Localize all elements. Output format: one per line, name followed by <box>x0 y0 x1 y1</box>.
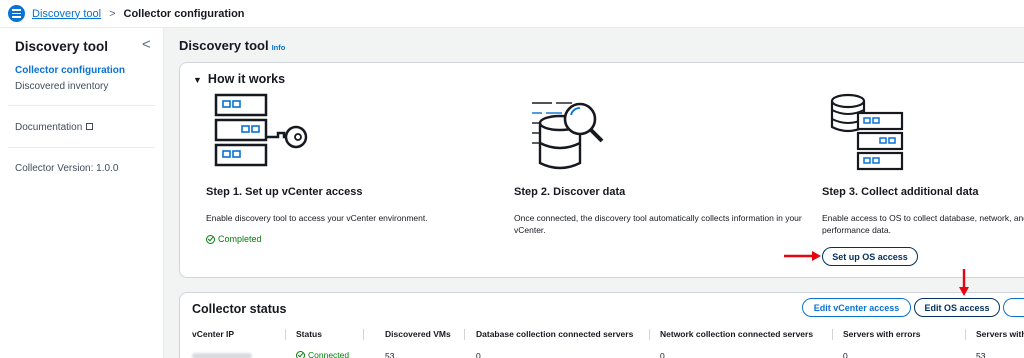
column-divider <box>464 329 465 340</box>
info-link[interactable]: Info <box>272 43 286 52</box>
page-title: Discovery tool Info <box>179 38 285 53</box>
caret-down-icon: ▼ <box>193 75 202 85</box>
step-1-status: Completed <box>206 234 262 244</box>
how-it-works-toggle[interactable]: ▼ How it works <box>193 72 285 86</box>
column-header-network-collection: Network collection connected servers <box>660 329 814 339</box>
collector-version: Collector Version: 1.0.0 <box>15 163 119 174</box>
sidebar-item-discovered-inventory[interactable]: Discovered inventory <box>15 81 108 92</box>
how-it-works-title: How it works <box>207 72 286 86</box>
column-divider <box>285 329 286 340</box>
step-2-title: Step 2. Discover data <box>514 186 626 198</box>
cell-network-collection: 0 <box>660 351 665 358</box>
column-header-servers-with: Servers with <box>976 329 1024 339</box>
cell-servers-with-errors: 0 <box>843 351 848 358</box>
column-header-database-collection: Database collection connected servers <box>476 329 634 339</box>
step-2-description: Once connected, the discovery tool autom… <box>514 213 802 235</box>
check-circle-icon <box>206 234 215 244</box>
cell-discovered-vms: 53 <box>385 351 395 358</box>
column-divider <box>649 329 650 340</box>
breadcrumb-current: Collector configuration <box>123 7 245 20</box>
column-header-discovered-vms: Discovered VMs <box>385 329 451 339</box>
annotation-arrow-right-icon <box>784 251 821 261</box>
sidebar: Discovery tool < Collector configuration… <box>0 28 164 358</box>
collector-status-title: Collector status <box>192 302 287 316</box>
annotation-arrow-down-icon <box>959 269 969 296</box>
column-header-servers-with-errors: Servers with errors <box>843 329 921 339</box>
cell-servers-with: 53 <box>976 351 986 358</box>
collapse-sidebar-icon[interactable]: < <box>142 36 151 53</box>
server-key-icon <box>214 93 308 167</box>
column-divider <box>832 329 833 340</box>
step-3-title: Step 3. Collect additional data <box>822 186 979 198</box>
sidebar-title: Discovery tool <box>15 39 109 54</box>
breadcrumb-discovery-tool[interactable]: Discovery tool <box>32 8 101 20</box>
column-header-vcenter-ip: vCenter IP <box>192 329 235 339</box>
edit-os-access-button[interactable]: Edit OS access <box>914 298 1000 317</box>
sidebar-item-label: Documentation <box>15 122 83 133</box>
step-1-description: Enable discovery tool to access your vCe… <box>206 213 428 223</box>
cell-database-collection: 0 <box>476 351 481 358</box>
column-header-status: Status <box>296 329 322 339</box>
chevron-right-icon: > <box>109 7 116 20</box>
redacted-vcenter-ip <box>192 353 252 358</box>
database-servers-icon <box>830 93 904 171</box>
page-title-text: Discovery tool <box>179 38 269 53</box>
breadcrumb-bar: Discovery tool > Collector configuration <box>0 0 1024 28</box>
edit-vcenter-access-button[interactable]: Edit vCenter access <box>802 298 911 317</box>
check-circle-icon <box>296 350 305 358</box>
column-divider <box>965 329 966 340</box>
set-up-os-access-button[interactable]: Set up OS access <box>822 247 918 266</box>
sidebar-divider <box>8 105 155 106</box>
external-link-icon <box>86 123 94 130</box>
main-content: Discovery tool Info ▼ How it works Step … <box>164 28 1024 358</box>
step-1-status-label: Completed <box>218 234 262 244</box>
database-search-icon <box>532 102 604 170</box>
more-button[interactable] <box>1003 298 1024 317</box>
collector-status-panel: Collector status Edit vCenter access Edi… <box>179 292 1024 358</box>
sidebar-divider <box>8 147 155 148</box>
status-connected-label: Connected <box>308 350 350 358</box>
sidebar-item-collector-configuration[interactable]: Collector configuration <box>15 65 125 76</box>
menu-icon[interactable] <box>8 5 25 22</box>
column-divider <box>363 329 364 340</box>
how-it-works-panel: ▼ How it works Step 1. Set up vCenter acc… <box>179 62 1024 278</box>
step-3-description: Enable access to OS to collect database,… <box>822 213 1024 235</box>
sidebar-item-documentation[interactable]: Documentation <box>15 122 94 133</box>
status-connected: Connected <box>296 350 349 358</box>
step-1-title: Step 1. Set up vCenter access <box>206 186 363 198</box>
